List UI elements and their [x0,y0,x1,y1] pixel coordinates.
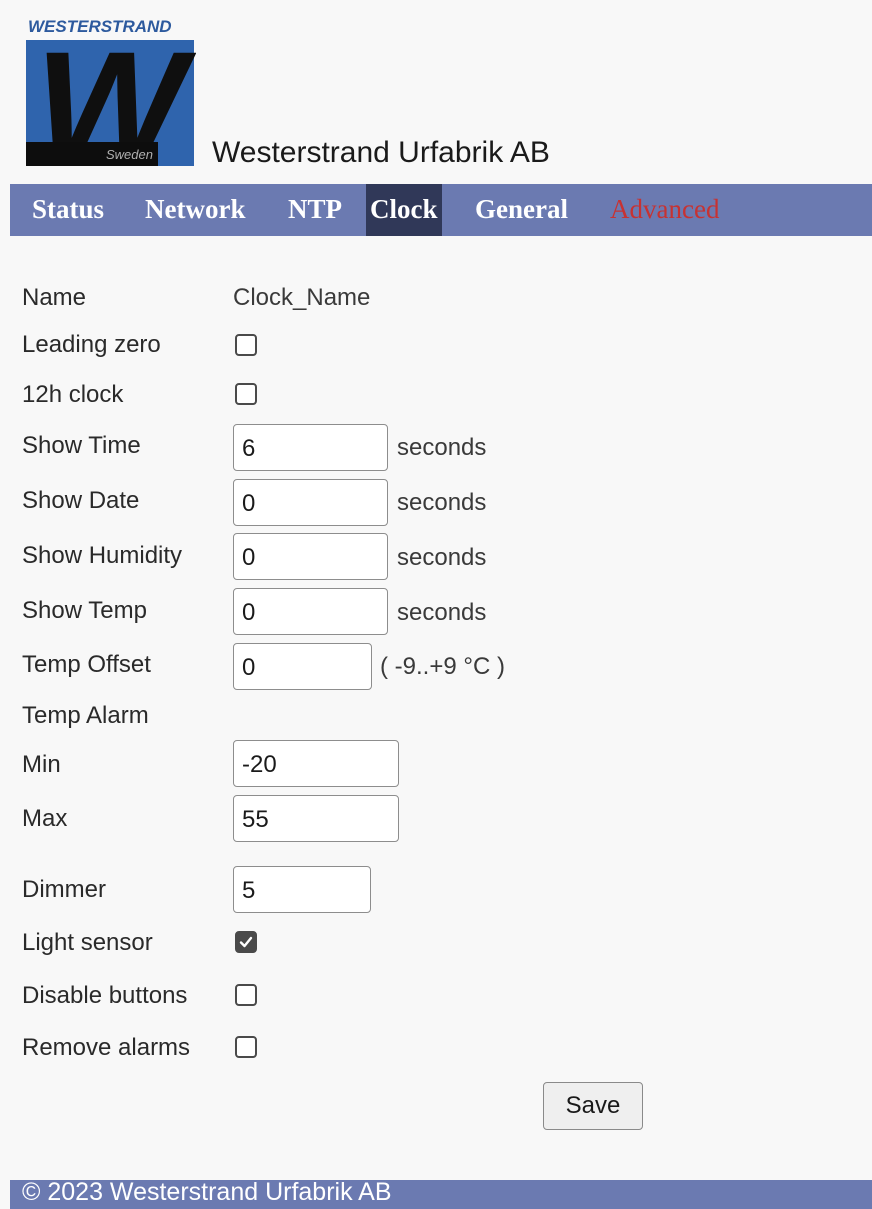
dimmer-label: Dimmer [22,876,106,903]
nav-status[interactable]: Status [32,184,104,236]
dimmer-input[interactable] [233,866,371,913]
show-temp-unit: seconds [397,599,487,626]
name-label: Name [22,284,87,311]
min-input[interactable] [233,740,399,787]
min-label: Min [22,751,61,778]
max-input[interactable] [233,795,399,842]
save-button[interactable]: Save [543,1082,643,1130]
show-humidity-label: Show Humidity [22,542,183,569]
show-humidity-input[interactable] [233,533,388,580]
nav-clock[interactable]: Clock [366,184,442,236]
disable-buttons-label: Disable buttons [22,982,188,1009]
temp-offset-range: ( -9..+9 °C ) [380,653,505,680]
temp-offset-input[interactable] [233,643,372,690]
light-sensor-checkbox[interactable] [235,931,257,953]
nav-general[interactable]: General [475,184,568,236]
nav-network[interactable]: Network [145,184,245,236]
show-humidity-unit: seconds [397,544,487,571]
show-date-input[interactable] [233,479,388,526]
show-date-label: Show Date [22,487,140,514]
footer-bar: © 2023 Westerstrand Urfabrik AB [10,1178,872,1209]
footer-copyright: © 2023 Westerstrand Urfabrik AB [22,1178,392,1206]
show-temp-input[interactable] [233,588,388,635]
remove-alarms-label: Remove alarms [22,1034,191,1061]
logo-bottom-text: Sweden [106,147,153,162]
twelve-hour-label: 12h clock [22,381,124,408]
show-time-unit: seconds [397,434,487,461]
disable-buttons-checkbox[interactable] [235,984,257,1006]
nav-bar: Status Network NTP Clock General Advance… [10,184,872,236]
show-time-input[interactable] [233,424,388,471]
leading-zero-label: Leading zero [22,331,161,358]
westerstrand-logo: WESTERSTRAND W Sweden [26,17,196,166]
twelve-hour-checkbox[interactable] [235,383,257,405]
leading-zero-checkbox[interactable] [235,334,257,356]
nav-ntp[interactable]: NTP [288,184,342,236]
max-label: Max [22,805,68,832]
light-sensor-label: Light sensor [22,929,153,956]
temp-alarm-label: Temp Alarm [22,702,149,729]
show-temp-label: Show Temp [22,597,147,624]
name-value: Clock_Name [233,284,371,311]
nav-advanced[interactable]: Advanced [610,184,719,236]
temp-offset-label: Temp Offset [22,651,151,678]
checkmark-icon [239,936,253,948]
site-title: Westerstrand Urfabrik AB [212,136,550,169]
show-time-label: Show Time [22,432,141,459]
show-date-unit: seconds [397,489,487,516]
remove-alarms-checkbox[interactable] [235,1036,257,1058]
